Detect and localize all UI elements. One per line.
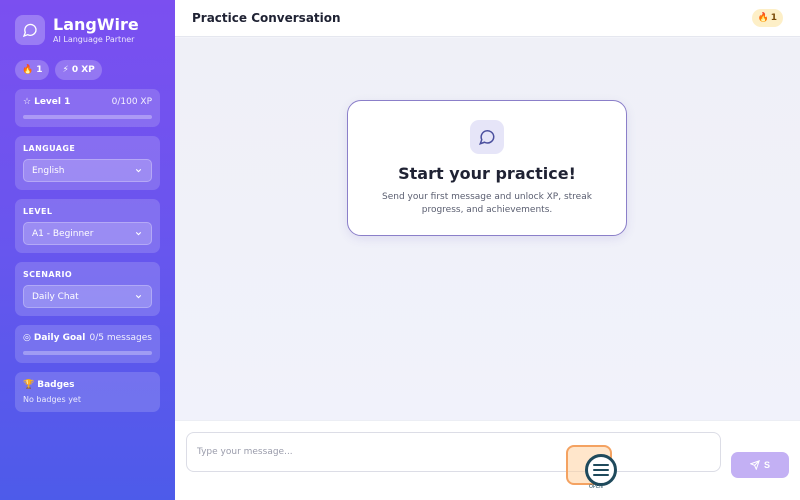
brand-name: LangWire <box>53 15 139 34</box>
header-streak-count: 1 <box>770 13 777 23</box>
level-select-card: LEVEL A1 - Beginner <box>15 199 160 253</box>
level-value: A1 - Beginner <box>32 228 94 239</box>
send-button[interactable]: S <box>731 452 789 478</box>
daily-goal-progress-bar <box>23 351 152 355</box>
message-input[interactable] <box>186 432 721 472</box>
daily-goal-progress-text: 0/5 messages <box>89 333 152 343</box>
scenario-label: SCENARIO <box>23 270 73 279</box>
language-label: LANGUAGE <box>23 144 76 153</box>
brand: LangWire AI Language Partner <box>15 14 160 46</box>
daily-goal-card: ◎ Daily Goal 0/5 messages <box>15 325 160 363</box>
language-value: English <box>32 165 65 176</box>
chevron-down-icon <box>135 294 142 299</box>
scenario-card: SCENARIO Daily Chat <box>15 262 160 316</box>
flame-icon: 🔥 <box>757 13 769 23</box>
chevron-down-icon <box>135 168 142 173</box>
level-card: ☆ Level 1 0/100 XP <box>15 89 160 127</box>
level-title: Level 1 <box>34 97 71 107</box>
welcome-card: Start your practice! Send your first mes… <box>347 100 627 236</box>
send-icon <box>749 460 760 470</box>
streak-pill: 🔥 1 <box>15 60 50 80</box>
scenario-select[interactable]: Daily Chat <box>23 285 152 308</box>
xp-pill: ⚡ 0 XP <box>55 60 102 80</box>
composer: S <box>175 420 800 500</box>
topbar: Practice Conversation 🔥 1 <box>175 0 800 37</box>
trophy-icon: 🏆 <box>23 380 35 390</box>
xp-count: 0 XP <box>71 65 95 75</box>
main-panel: Practice Conversation 🔥 1 Start your pra… <box>175 0 800 500</box>
chat-bubble-icon <box>470 120 504 154</box>
level-progress-bar <box>23 115 152 119</box>
badges-empty-text: No badges yet <box>23 395 81 404</box>
language-card: LANGUAGE English <box>15 136 160 190</box>
lightning-icon: ⚡ <box>62 65 69 75</box>
brand-tagline: AI Language Partner <box>53 35 135 44</box>
sidebar: LangWire AI Language Partner 🔥 1 ⚡ 0 XP … <box>0 0 175 500</box>
target-icon: ◎ <box>23 333 31 343</box>
welcome-title: Start your practice! <box>398 164 576 183</box>
badges-card: 🏆 Badges No badges yet <box>15 372 160 412</box>
chat-area: Start your practice! Send your first mes… <box>175 38 800 420</box>
streak-count: 1 <box>36 65 43 75</box>
level-progress-text: 0/100 XP <box>111 97 152 107</box>
scenario-value: Daily Chat <box>32 291 79 302</box>
page-title: Practice Conversation <box>192 11 341 25</box>
streak-badge: 🔥 1 <box>751 9 783 27</box>
send-label: S <box>763 460 770 470</box>
level-select[interactable]: A1 - Beginner <box>23 222 152 245</box>
chevron-down-icon <box>135 231 142 236</box>
badges-title: Badges <box>37 380 75 390</box>
flame-icon: 🔥 <box>22 65 34 75</box>
language-select[interactable]: English <box>23 159 152 182</box>
star-icon: ☆ <box>23 97 32 107</box>
menu-icon[interactable] <box>585 454 617 486</box>
stat-pills: 🔥 1 ⚡ 0 XP <box>15 60 160 80</box>
welcome-text: Send your first message and unlock XP, s… <box>382 192 592 215</box>
daily-goal-title: Daily Goal <box>33 333 86 343</box>
chat-bubble-icon <box>15 15 45 45</box>
overlay-label: OPEN <box>589 484 603 490</box>
level-label: LEVEL <box>23 207 53 216</box>
